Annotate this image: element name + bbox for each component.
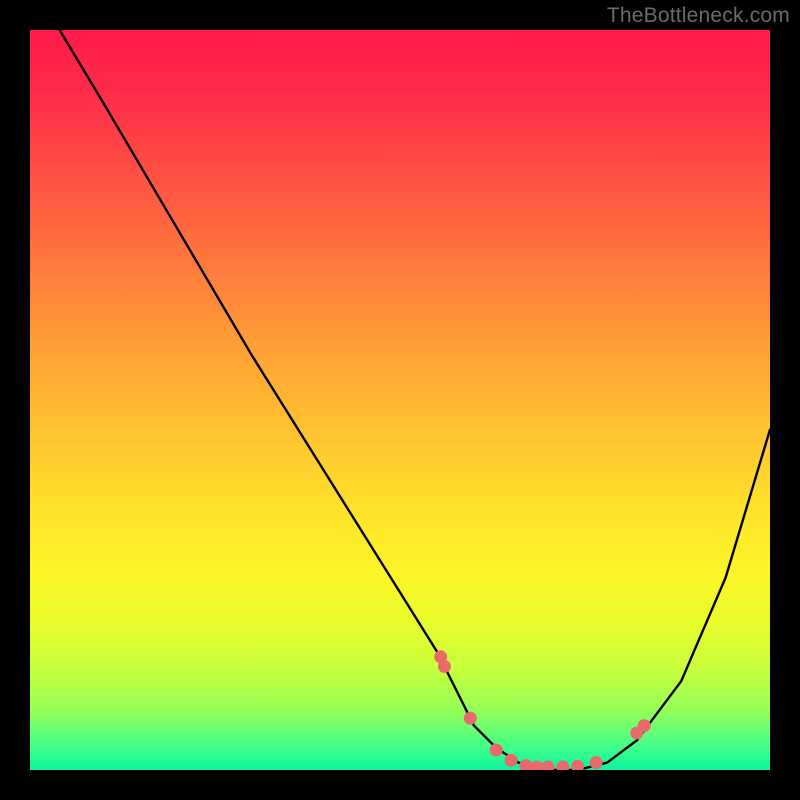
curve-line <box>60 30 770 770</box>
chart-svg <box>30 30 770 770</box>
chart-frame: TheBottleneck.com <box>0 0 800 800</box>
plot-area <box>30 30 770 770</box>
watermark-text: TheBottleneck.com <box>607 4 790 28</box>
